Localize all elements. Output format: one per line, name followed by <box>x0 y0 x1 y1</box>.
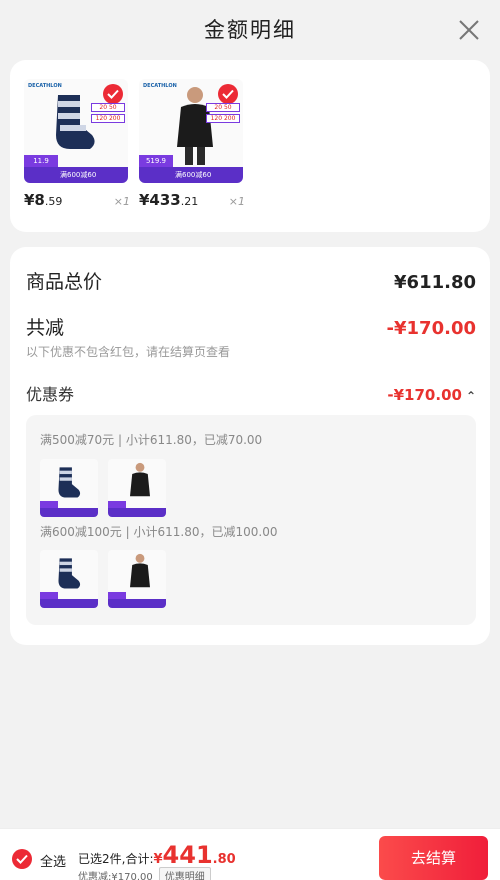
price-label: 120 200 <box>206 114 240 123</box>
close-icon[interactable] <box>458 19 480 41</box>
promo-banner: 满600减60 <box>139 167 243 183</box>
selected-count: 已选2件,合计: <box>78 852 154 866</box>
product-item[interactable]: DECATHLON 20 50 120 200 519.9 满600减60 ¥4… <box>139 79 245 209</box>
price-labels: 20 50 120 200 <box>206 103 240 125</box>
price-labels: 20 50 120 200 <box>91 103 125 125</box>
product-thumb <box>108 459 166 517</box>
product-thumb <box>40 459 98 517</box>
jacket-image-icon <box>130 462 150 497</box>
product-image: DECATHLON 20 50 120 200 11.9 满600减60 <box>24 79 128 183</box>
jacket-image-icon <box>130 553 150 588</box>
total-summary: 已选2件,合计:¥441.80 <box>78 841 236 869</box>
product-qty: ×1 <box>228 195 245 208</box>
tag-price: 519.9 <box>139 155 173 167</box>
check-icon[interactable] <box>103 84 123 104</box>
discount-value: -¥170.00 <box>386 318 476 339</box>
price-label: 20 50 <box>206 103 240 112</box>
discount-label: 共减 <box>26 317 65 339</box>
product-thumb <box>40 550 98 608</box>
coupon-label: 优惠券 <box>26 385 75 404</box>
modal-header: 金额明细 <box>0 0 500 60</box>
coupon-details: 满500减70元 | 小计611.80，已减70.00 满600减100元 | … <box>26 415 476 625</box>
coupon-group-title: 满500减70元 | 小计611.80，已减70.00 <box>40 433 263 447</box>
checkout-button[interactable]: 去结算 <box>379 836 488 880</box>
coupon-row[interactable]: 优惠券 -¥170.00 ⌃ <box>26 381 476 405</box>
chevron-up-icon[interactable]: ⌃ <box>466 389 476 403</box>
product-price: ¥433.21 <box>139 191 199 209</box>
price-label: 20 50 <box>91 103 125 112</box>
discount-note: 以下优惠不包含红包，请在结算页查看 <box>26 345 231 359</box>
products-card: DECATHLON 20 50 120 200 11.9 满600减60 ¥8.… <box>10 60 490 232</box>
grand-total: 441 <box>162 841 213 869</box>
check-icon[interactable] <box>218 84 238 104</box>
discount-detail-button[interactable]: 优惠明细 <box>158 867 211 880</box>
discount-row: 共减 -¥170.00 <box>26 313 476 340</box>
sock-image-icon <box>58 558 81 589</box>
total-value: ¥611.80 <box>394 272 476 293</box>
promo-banner: 满600减60 <box>24 167 128 183</box>
brand-logo-icon: DECATHLON <box>143 83 177 89</box>
jacket-image-icon <box>177 87 213 165</box>
discount-summary: 优惠减:¥170.00 优惠明细 <box>78 867 211 880</box>
total-row: 商品总价 ¥611.80 <box>26 267 476 294</box>
brand-logo-icon: DECATHLON <box>28 83 62 89</box>
sock-image-icon <box>58 467 81 498</box>
select-all-label[interactable]: 全选 <box>40 851 66 870</box>
product-price: ¥8.59 <box>24 191 63 209</box>
product-qty: ×1 <box>113 195 130 208</box>
coupon-value[interactable]: -¥170.00 ⌃ <box>387 386 476 404</box>
product-item[interactable]: DECATHLON 20 50 120 200 11.9 满600减60 ¥8.… <box>24 79 130 209</box>
summary-card: 商品总价 ¥611.80 共减 -¥170.00 以下优惠不包含红包，请在结算页… <box>10 247 490 645</box>
select-all-checkbox[interactable] <box>12 849 32 869</box>
coupon-group-title: 满600减100元 | 小计611.80，已减100.00 <box>40 525 278 539</box>
tag-price: 11.9 <box>24 155 58 167</box>
check-icon <box>16 854 28 864</box>
checkout-bar: 全选 已选2件,合计:¥441.80 优惠减:¥170.00 优惠明细 去结算 <box>0 828 500 880</box>
page-title: 金额明细 <box>204 18 296 42</box>
total-label: 商品总价 <box>26 271 103 293</box>
price-label: 120 200 <box>91 114 125 123</box>
product-thumb <box>108 550 166 608</box>
product-image: DECATHLON 20 50 120 200 519.9 满600减60 <box>139 79 243 183</box>
